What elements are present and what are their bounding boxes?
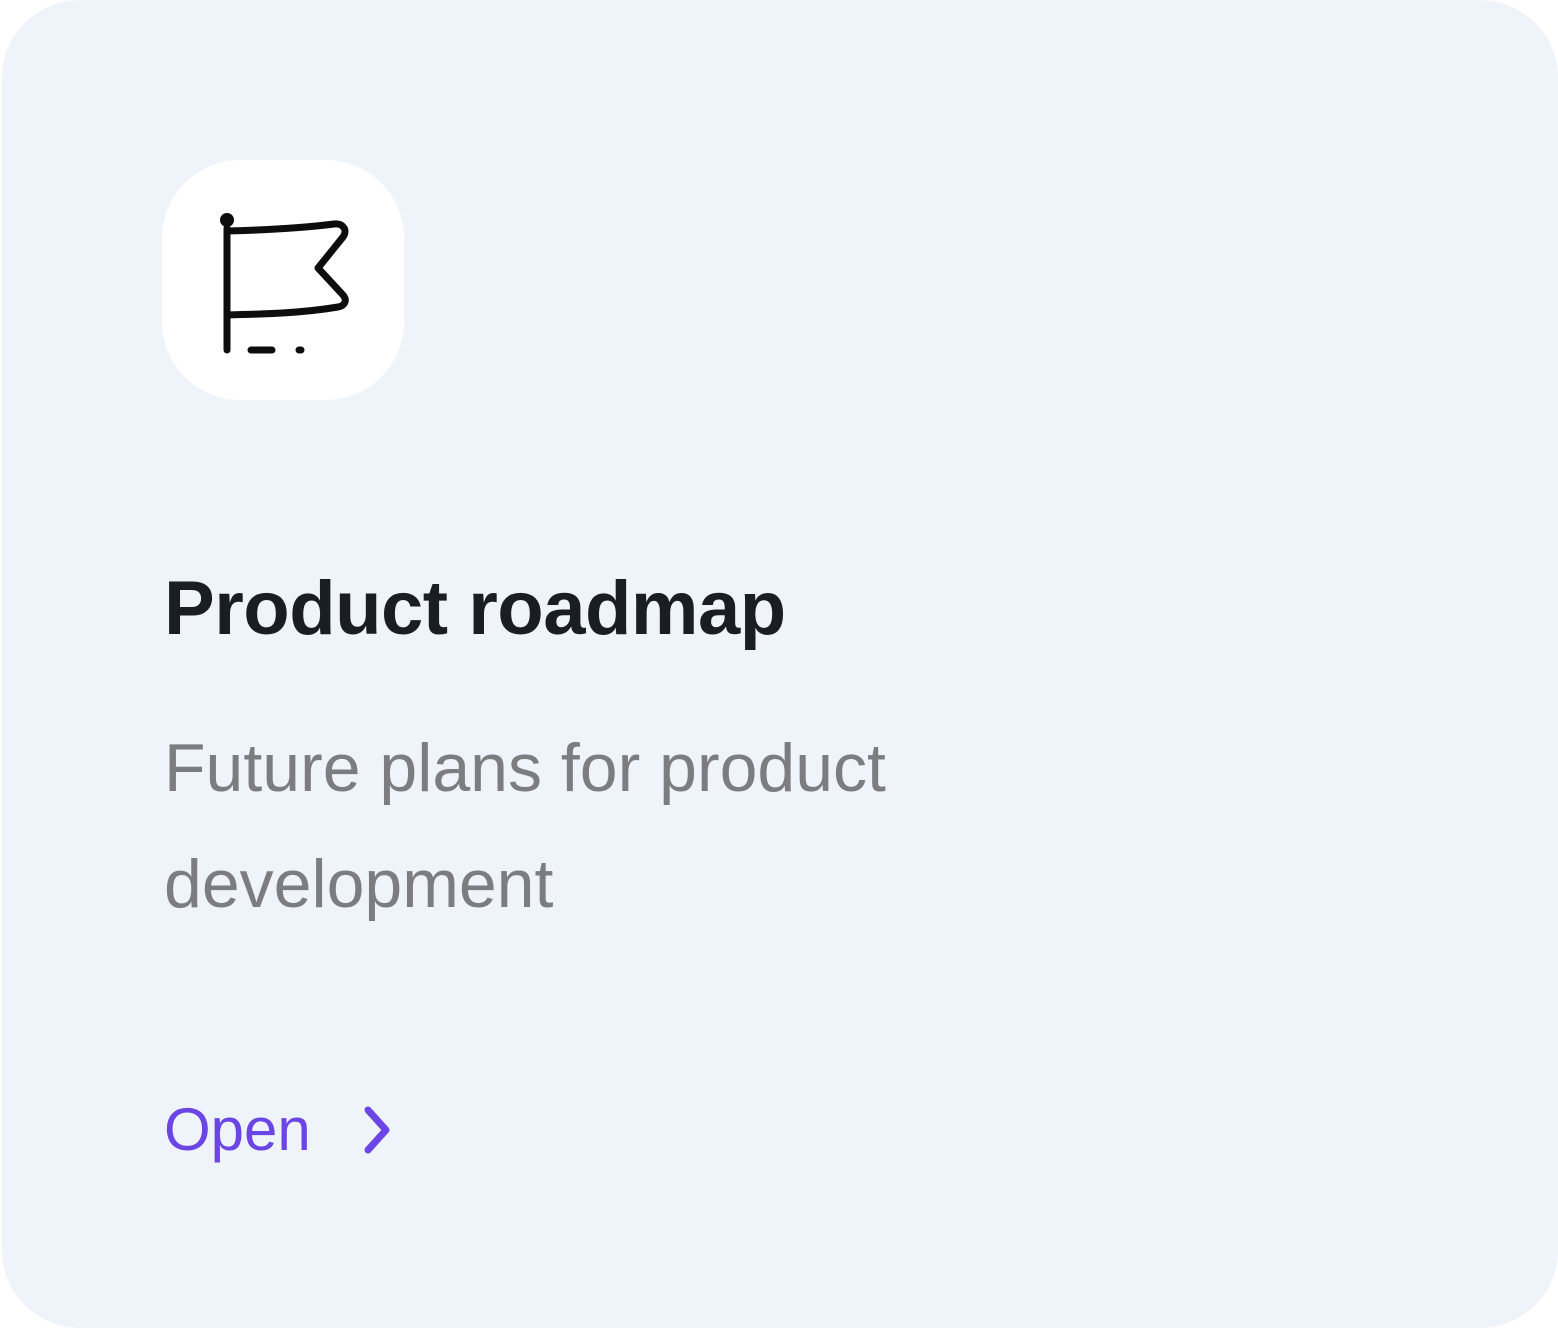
roadmap-card[interactable]: Product roadmap Future plans for product… bbox=[2, 0, 1558, 1328]
card-description: Future plans for product development bbox=[164, 730, 886, 922]
open-button[interactable]: Open bbox=[164, 1092, 399, 1168]
card-title: Product roadmap bbox=[164, 566, 786, 651]
flag-icon bbox=[220, 213, 349, 354]
chevron-right-icon bbox=[364, 1106, 390, 1154]
open-label: Open bbox=[164, 1096, 311, 1163]
icon-tile bbox=[162, 160, 404, 400]
